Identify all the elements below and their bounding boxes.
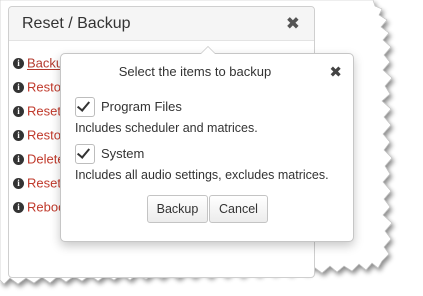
- popover-title: Select the items to backup: [118, 64, 272, 79]
- info-icon[interactable]: i: [13, 130, 24, 142]
- checkmark-icon: [76, 145, 91, 159]
- info-icon[interactable]: i: [13, 154, 24, 166]
- info-icon[interactable]: i: [13, 202, 24, 214]
- close-icon[interactable]: ✖: [329, 63, 342, 81]
- checkmark-icon: [76, 98, 91, 112]
- backup-button[interactable]: Backup: [147, 195, 208, 223]
- program-files-description: Includes scheduler and matrices.: [75, 121, 258, 135]
- info-icon[interactable]: i: [13, 106, 24, 118]
- panel-header: Reset / Backup ✖: [9, 7, 314, 41]
- system-label: System: [101, 146, 145, 161]
- program-files-label: Program Files: [101, 99, 182, 114]
- close-icon[interactable]: ✖: [286, 14, 300, 34]
- info-icon[interactable]: i: [13, 82, 24, 94]
- system-checkbox[interactable]: [75, 144, 95, 164]
- backup-popover: Select the items to backup ✖ Program Fil…: [60, 46, 354, 242]
- info-icon[interactable]: i: [13, 178, 24, 190]
- popover-arrow: [200, 46, 216, 54]
- delete-link[interactable]: Delete: [27, 152, 65, 167]
- cancel-button[interactable]: Cancel: [209, 195, 268, 223]
- reset-link[interactable]: Reset: [27, 104, 61, 119]
- panel-title: Reset / Backup: [22, 15, 131, 32]
- reset-link-2[interactable]: Reset: [27, 176, 61, 191]
- info-icon[interactable]: i: [13, 58, 24, 70]
- system-description: Includes all audio settings, excludes ma…: [75, 168, 329, 182]
- program-files-checkbox[interactable]: [75, 97, 95, 117]
